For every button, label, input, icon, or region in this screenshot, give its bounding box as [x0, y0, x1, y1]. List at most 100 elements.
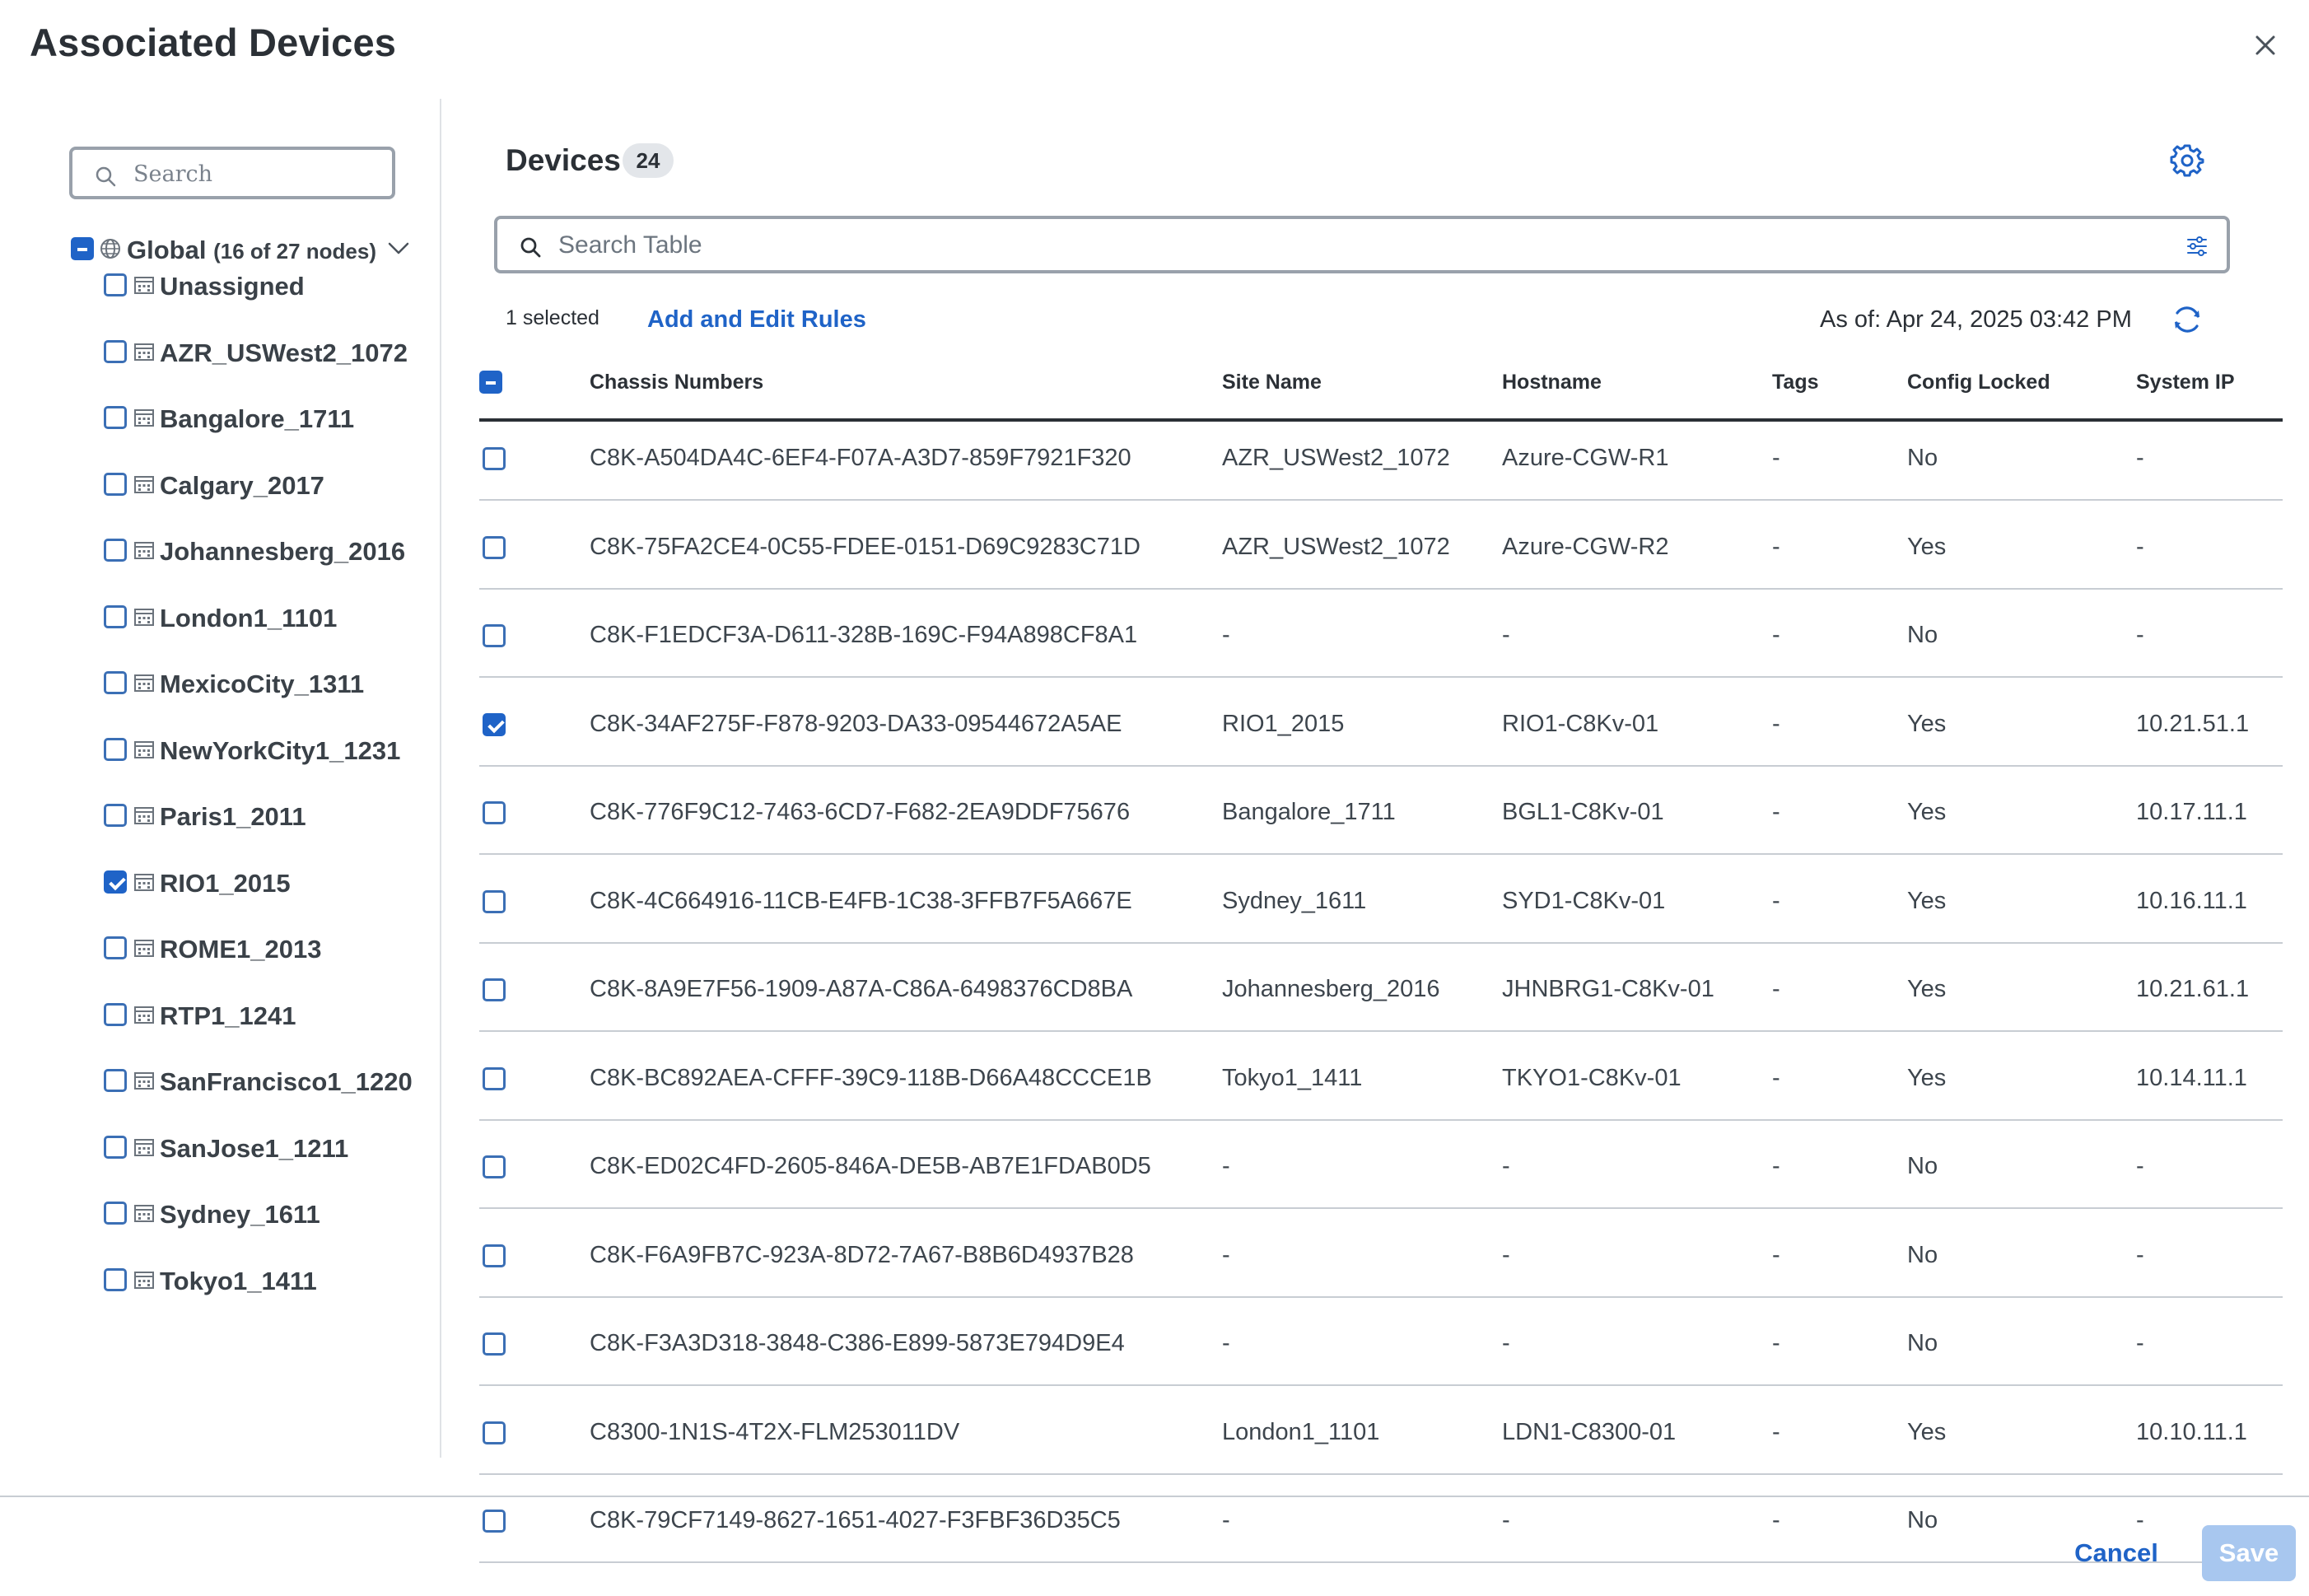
row-checkbox[interactable]	[483, 889, 506, 913]
tree-node-site[interactable]: RIO1_2015	[102, 869, 431, 902]
site-checkbox[interactable]	[104, 804, 127, 827]
cell-tags: -	[1772, 799, 1780, 825]
row-checkbox[interactable]	[483, 978, 506, 1001]
cell-site-name: -	[1222, 1507, 1230, 1533]
site-label: Tokyo1_1411	[160, 1266, 317, 1295]
table-row[interactable]: C8300-1N1S-4T2X-FLM253011DV London1_1101 L…	[479, 1396, 2283, 1475]
site-checkbox[interactable]	[104, 339, 127, 363]
table-search-input[interactable]	[557, 229, 2125, 262]
site-checkbox[interactable]	[104, 273, 127, 296]
cancel-button[interactable]: Cancel	[2059, 1524, 2174, 1583]
site-checkbox[interactable]	[104, 870, 127, 894]
tree-node-site[interactable]: Bangalore_1711	[102, 404, 431, 437]
select-all-checkbox[interactable]	[479, 371, 502, 394]
cell-chassis-number: C8300-1N1S-4T2X-FLM253011DV	[590, 1418, 960, 1445]
table-row[interactable]: C8K-34AF275F-F878-9203-DA33-09544672A5AE…	[479, 688, 2283, 767]
row-checkbox[interactable]	[483, 801, 506, 824]
cell-tags: -	[1772, 887, 1780, 914]
site-label: London1_1101	[160, 603, 338, 632]
row-checkbox[interactable]	[483, 624, 506, 647]
tree-node-site[interactable]: NewYorkCity1_1231	[102, 736, 431, 769]
column-header-system-ip[interactable]: System IP	[2136, 371, 2235, 394]
cell-config-locked: Yes	[1907, 710, 1947, 737]
add-edit-rules-link[interactable]: Add and Edit Rules	[647, 306, 866, 334]
tree-node-site[interactable]: SanJose1_1211	[102, 1134, 431, 1167]
building-icon	[134, 674, 154, 692]
close-icon[interactable]	[2251, 31, 2279, 59]
tree-node-site[interactable]: MexicoCity_1311	[102, 670, 431, 702]
site-checkbox[interactable]	[104, 472, 127, 496]
tree-node-site[interactable]: Unassigned	[102, 272, 431, 305]
table-row[interactable]: C8K-4C664916-11CB-E4FB-1C38-3FFB7F5A667E…	[479, 865, 2283, 944]
site-label: MexicoCity_1311	[160, 670, 365, 698]
site-checkbox[interactable]	[104, 604, 127, 628]
devices-title: Devices	[506, 143, 621, 177]
global-checkbox[interactable]	[71, 237, 94, 260]
tree-node-site[interactable]: Sydney_1611	[102, 1200, 431, 1233]
site-checkbox[interactable]	[104, 1069, 127, 1092]
table-row[interactable]: C8K-BC892AEA-CFFF-39C9-118B-D66A48CCCE1B…	[479, 1042, 2283, 1121]
cell-tags: -	[1772, 533, 1780, 560]
column-header-site[interactable]: Site Name	[1222, 371, 1322, 394]
site-checkbox[interactable]	[104, 737, 127, 761]
row-checkbox[interactable]	[483, 535, 506, 559]
tree-node-site[interactable]: ROME1_2013	[102, 935, 431, 968]
site-checkbox[interactable]	[104, 1202, 127, 1225]
cell-hostname: LDN1-C8300-01	[1502, 1418, 1677, 1445]
table-row[interactable]: C8K-ED02C4FD-2605-846A-DE5B-AB7E1FDAB0D5…	[479, 1130, 2283, 1209]
row-checkbox[interactable]	[483, 1510, 506, 1533]
building-icon	[134, 1138, 154, 1156]
tree-node-site[interactable]: London1_1101	[102, 604, 431, 637]
table-row[interactable]: C8K-75FA2CE4-0C55-FDEE-0151-D69C9283C71D…	[479, 511, 2283, 590]
site-checkbox[interactable]	[104, 1267, 127, 1291]
column-header-tags[interactable]: Tags	[1772, 371, 1819, 394]
site-label: Paris1_2011	[160, 802, 306, 831]
cell-site-name: -	[1222, 1330, 1230, 1356]
tree-node-global[interactable]: Global (16 of 27 nodes)	[69, 236, 415, 268]
tree-node-site[interactable]: Johannesberg_2016	[102, 537, 431, 570]
site-label: AZR_USWest2_1072	[160, 338, 408, 367]
table-row[interactable]: C8K-F3A3D318-3848-C386-E899-5873E794D9E4…	[479, 1307, 2283, 1386]
row-checkbox[interactable]	[483, 1421, 506, 1444]
cell-config-locked: Yes	[1907, 799, 1947, 825]
tree-search-input[interactable]	[132, 158, 382, 189]
table-row[interactable]: C8K-776F9C12-7463-6CD7-F682-2EA9DDF75676…	[479, 776, 2283, 855]
cell-tags: -	[1772, 1153, 1780, 1179]
site-checkbox[interactable]	[104, 936, 127, 959]
table-row[interactable]: C8K-F1EDCF3A-D611-328B-169C-F94A898CF8A1…	[479, 599, 2283, 678]
tree-node-site[interactable]: RTP1_1241	[102, 1001, 431, 1034]
row-checkbox[interactable]	[483, 1332, 506, 1356]
table-search-box[interactable]	[494, 216, 2230, 273]
site-checkbox[interactable]	[104, 1002, 127, 1026]
cell-hostname: -	[1502, 1507, 1510, 1533]
site-checkbox[interactable]	[104, 539, 127, 562]
filter-icon[interactable]	[2185, 236, 2209, 257]
column-header-hostname[interactable]: Hostname	[1502, 371, 1602, 394]
gear-icon[interactable]	[2169, 142, 2205, 178]
row-checkbox[interactable]	[483, 447, 506, 470]
tree-node-site[interactable]: SanFrancisco1_1220	[102, 1067, 431, 1100]
tree-node-site[interactable]: AZR_USWest2_1072	[102, 338, 431, 371]
row-checkbox[interactable]	[483, 1066, 506, 1090]
tree-node-site[interactable]: Paris1_2011	[102, 802, 431, 835]
refresh-icon[interactable]	[2171, 303, 2204, 336]
cell-site-name: -	[1222, 1153, 1230, 1179]
site-checkbox[interactable]	[104, 1135, 127, 1159]
row-checkbox[interactable]	[483, 1155, 506, 1178]
site-checkbox[interactable]	[104, 406, 127, 429]
table-row[interactable]: C8K-8A9E7F56-1909-A87A-C86A-6498376CD8BA…	[479, 953, 2283, 1032]
row-checkbox[interactable]	[483, 712, 506, 736]
site-checkbox[interactable]	[104, 671, 127, 694]
row-checkbox[interactable]	[483, 1244, 506, 1267]
table-row[interactable]: C8K-A504DA4C-6EF4-F07A-A3D7-859F7921F320…	[479, 422, 2283, 501]
tree-node-site[interactable]: Calgary_2017	[102, 471, 431, 504]
table-row[interactable]: C8K-F6A9FB7C-923A-8D72-7A67-B8B6D4937B28…	[479, 1219, 2283, 1298]
footer-divider	[0, 1496, 2309, 1497]
chevron-down-icon[interactable]	[387, 240, 410, 257]
save-button[interactable]: Save	[2202, 1525, 2296, 1581]
tree-search-box[interactable]	[69, 147, 395, 199]
column-header-config-locked[interactable]: Config Locked	[1907, 371, 2050, 394]
tree-node-site[interactable]: Tokyo1_1411	[102, 1267, 431, 1300]
cell-config-locked: No	[1907, 1153, 1938, 1179]
column-header-chassis[interactable]: Chassis Numbers	[590, 371, 763, 394]
